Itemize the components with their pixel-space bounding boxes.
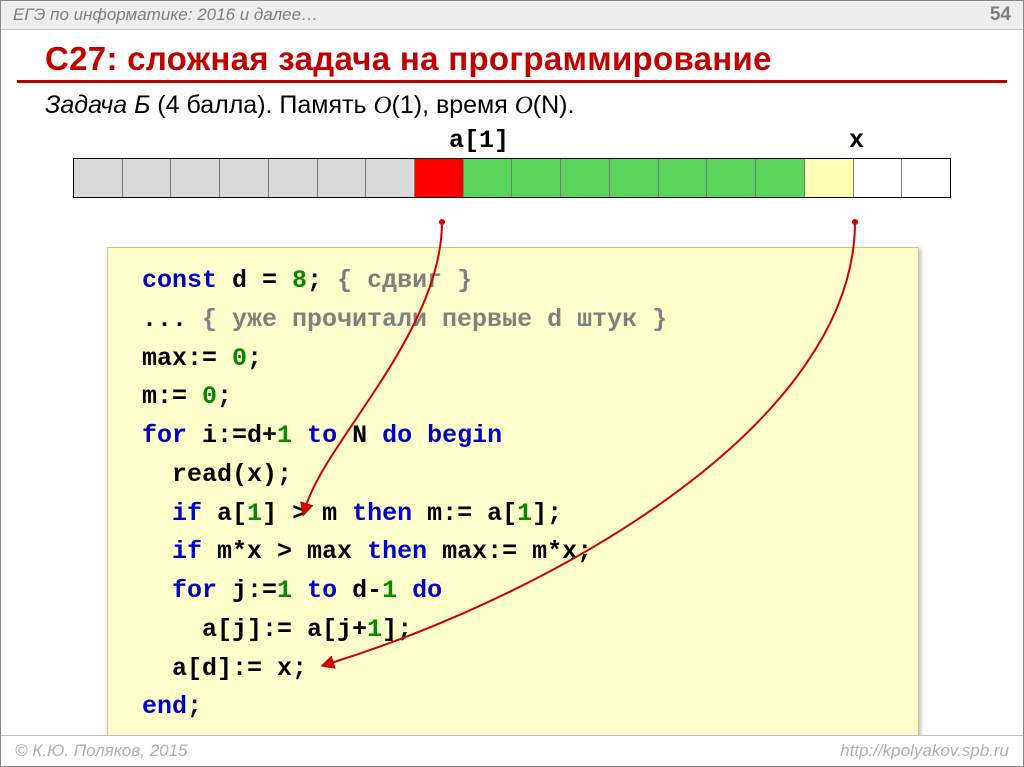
array-cell (318, 159, 367, 197)
array-cell (805, 159, 854, 197)
code-text: ; (217, 382, 232, 411)
code-text: N (337, 421, 382, 450)
array-cell (512, 159, 561, 197)
array-strip (73, 158, 951, 198)
num: 0 (202, 382, 217, 411)
array-labels: a[1] x (1, 126, 1023, 158)
kw-end: end (142, 692, 187, 721)
array-cell (902, 159, 950, 197)
num: 1 (277, 421, 292, 450)
code-text (142, 576, 172, 605)
code-text: m:= a[ (412, 499, 517, 528)
array-cell (610, 159, 659, 197)
array-cell (415, 159, 464, 197)
kw-to: to (307, 421, 337, 450)
array-cell (756, 159, 805, 197)
footer-url: http://kpolyakov.spb.ru (840, 741, 1009, 761)
subtitle-tail: . (568, 91, 575, 119)
num: 1 (367, 615, 382, 644)
array-cell (659, 159, 708, 197)
copyright: © К.Ю. Поляков, 2015 (15, 741, 188, 761)
array-cell (464, 159, 513, 197)
code-text (142, 537, 172, 566)
code-text: read(x); (142, 460, 292, 489)
subtitle-points: (4 балла). Память (150, 91, 373, 119)
code-text: a[d]:= x; (142, 654, 307, 683)
code-text (292, 421, 307, 450)
code-text (397, 576, 412, 605)
num: 1 (277, 576, 292, 605)
code-text: ]; (382, 615, 412, 644)
label-a1: a[1] (449, 126, 509, 155)
code-text: ... (142, 305, 202, 334)
kw-const: const (142, 266, 217, 295)
subtitle-prefix: Задача Б (45, 91, 150, 119)
code-text: i:=d+ (187, 421, 277, 450)
big-o-1-arg: (1) (392, 91, 423, 119)
label-x: x (849, 126, 864, 155)
code-text: ; (187, 692, 202, 721)
subtitle-sep: , время (422, 91, 515, 119)
code-text: j:= (217, 576, 277, 605)
comment: { сдвиг } (337, 266, 472, 295)
code-text: a[ (202, 499, 247, 528)
kw-if: if (172, 537, 202, 566)
big-o-n-arg: (N) (533, 91, 568, 119)
array-cell (854, 159, 903, 197)
code-text: m*x > max (202, 537, 367, 566)
array-cell (123, 159, 172, 197)
kw-then: then (352, 499, 412, 528)
code-text: ]; (532, 499, 562, 528)
array-cell (171, 159, 220, 197)
array-cell (220, 159, 269, 197)
array-cell (707, 159, 756, 197)
num: 1 (247, 499, 262, 528)
kw-if: if (172, 499, 202, 528)
array-cell (74, 159, 123, 197)
subtitle: Задача Б (4 балла). Память O(1), время O… (1, 83, 1023, 126)
num: 0 (232, 344, 247, 373)
kw-dobegin: do begin (382, 421, 502, 450)
code-text: d = (217, 266, 292, 295)
code-box: const d = 8; { сдвиг } ... { уже прочита… (107, 247, 919, 742)
comment: { уже прочитали первые d штук } (202, 305, 667, 334)
page-title: C27: сложная задача на программирование (1, 30, 1023, 80)
array-cell (269, 159, 318, 197)
array-cell (561, 159, 610, 197)
code-text: max:= m*x; (427, 537, 592, 566)
footer-bar: © К.Ю. Поляков, 2015 http://kpolyakov.sp… (1, 735, 1023, 766)
code-text (142, 499, 172, 528)
code-text: ; (307, 266, 337, 295)
breadcrumb: ЕГЭ по информатике: 2016 и далее… (13, 5, 318, 25)
code-text: max:= (142, 344, 232, 373)
num: 1 (382, 576, 397, 605)
code-text (292, 576, 307, 605)
code-text: m:= (142, 382, 202, 411)
kw-then: then (367, 537, 427, 566)
kw-for: for (172, 576, 217, 605)
code-text: d- (337, 576, 382, 605)
array-cell (366, 159, 415, 197)
kw-for: for (142, 421, 187, 450)
code-text: ; (247, 344, 262, 373)
code-text: a[j]:= a[j+ (142, 615, 367, 644)
kw-to: to (307, 576, 337, 605)
header-bar: ЕГЭ по информатике: 2016 и далее… 54 (1, 1, 1023, 30)
kw-do: do (412, 576, 442, 605)
code-text: ] > m (262, 499, 352, 528)
big-o-1: O (373, 92, 391, 119)
page-number: 54 (990, 4, 1011, 26)
num: 1 (517, 499, 532, 528)
big-o-n: O (515, 92, 533, 119)
num: 8 (292, 266, 307, 295)
